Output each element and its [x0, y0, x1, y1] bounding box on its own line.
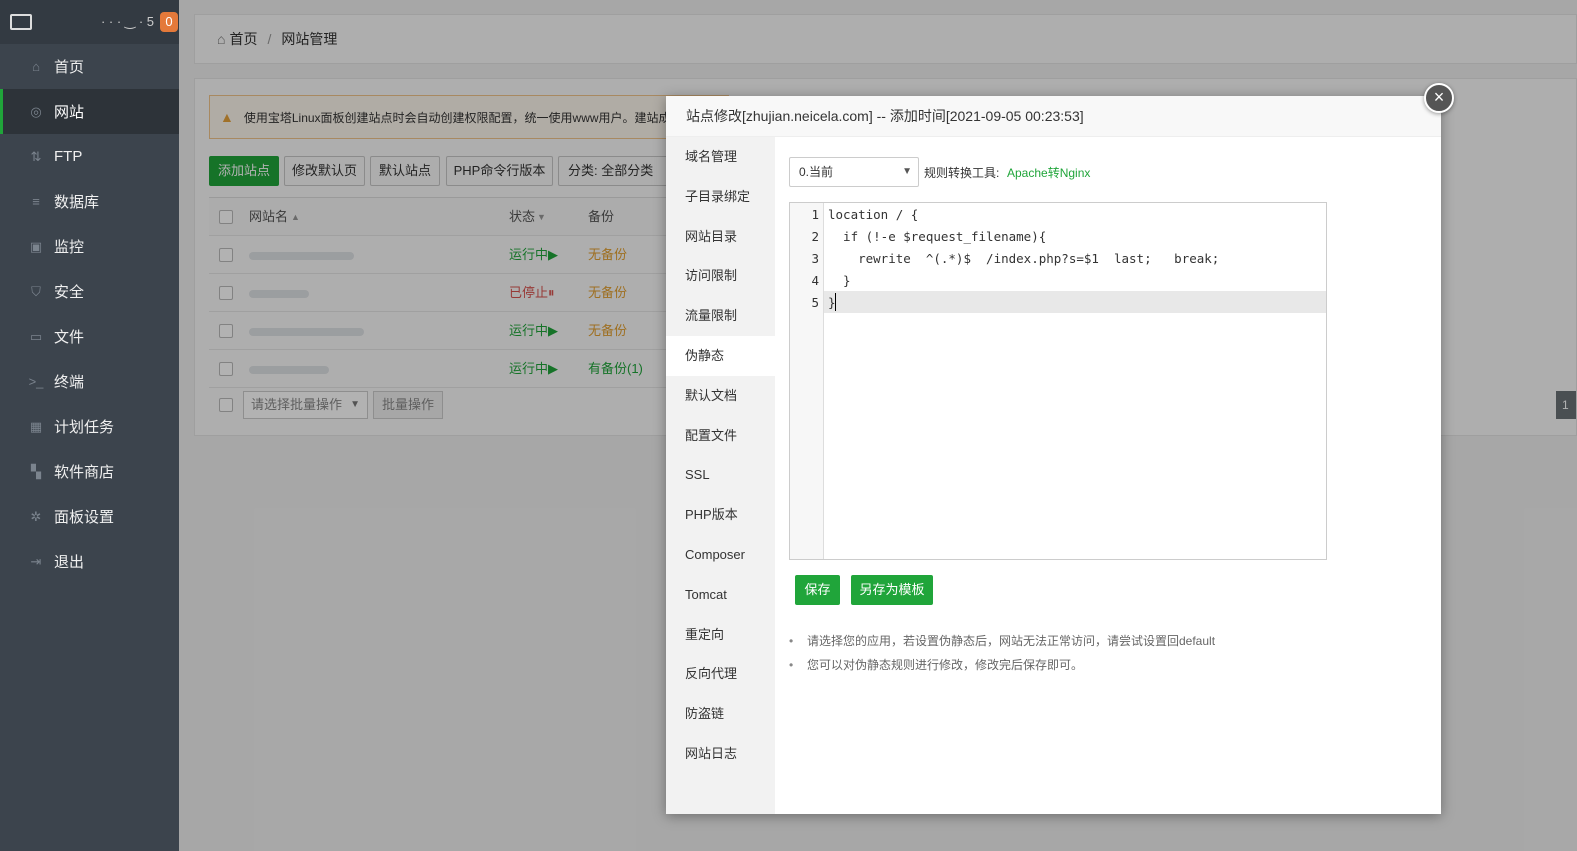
notification-badge[interactable]: 0	[160, 12, 178, 32]
tab-item[interactable]: 访问限制	[666, 256, 775, 296]
sidebar-menu: ⌂ 首页 ◎ 网站 ⇅ FTP ≡ 数据库 ▣ 监控 ⛉ 安全 ▭ 文件 >_ 终端 ▦ 计划任务 ▚ 软件商店 ✲ 面板…	[0, 44, 179, 584]
sidebar-item-label: 首页	[54, 59, 85, 76]
sidebar-item-terminal[interactable]: >_ 终端	[0, 359, 179, 404]
sidebar-item-logout[interactable]: ⇥ 退出	[0, 539, 179, 584]
tab-item[interactable]: 防盗链	[666, 694, 775, 734]
server-name: · · · ‿ · 5	[100, 14, 154, 29]
code-editor[interactable]: 1 2 3 4 5 location / { if (!-e $request_file…	[789, 202, 1327, 560]
tab-item[interactable]: SSL	[666, 455, 775, 495]
sidebar-item-database[interactable]: ≡ 数据库	[0, 179, 179, 224]
sidebar-item-ftp[interactable]: ⇅ FTP	[0, 134, 179, 179]
home-icon: ⌂	[32, 58, 40, 74]
sidebar-item-grid[interactable]: ▚ 软件商店	[0, 449, 179, 494]
globe-icon: ◎	[30, 103, 42, 119]
grid-icon: ▚	[31, 463, 41, 479]
terminal-icon: >_	[28, 373, 44, 389]
tab-item[interactable]: 网站日志	[666, 734, 775, 774]
rewrite-panel: 0.当前 ▼ 规则转换工具: Apache转Nginx 1 2 3 4 5 locati…	[775, 137, 1441, 814]
monitor-icon	[10, 14, 32, 30]
sidebar-item-label: 计划任务	[54, 419, 115, 436]
text-cursor	[835, 293, 836, 311]
sidebar-item-folder[interactable]: ▭ 文件	[0, 314, 179, 359]
code-line[interactable]: }	[828, 292, 1323, 314]
tab-item[interactable]: Tomcat	[666, 575, 775, 615]
sidebar-item-label: 数据库	[54, 194, 100, 211]
sidebar-item-label: 终端	[54, 374, 85, 391]
sidebar-item-label: 安全	[54, 284, 85, 301]
help-tips: 请选择您的应用，若设置伪静态后，网站无法正常访问，请尝试设置回default 您…	[789, 629, 1215, 677]
sidebar-item-shield[interactable]: ⛉ 安全	[0, 269, 179, 314]
code-line[interactable]: }	[828, 270, 1323, 292]
sidebar-item-label: FTP	[54, 148, 83, 165]
sidebar-item-label: 面板设置	[54, 509, 115, 526]
folder-icon: ▭	[29, 328, 43, 344]
modal-tab-list: 域名管理 子目录绑定 网站目录 访问限制 流量限制 伪静态 默认文档 配置文件 SSL PHP版本…	[666, 137, 775, 814]
sidebar-item-label: 软件商店	[54, 464, 115, 481]
save-button[interactable]: 保存	[795, 575, 840, 605]
tab-item[interactable]: 流量限制	[666, 296, 775, 336]
shield-icon: ⛉	[31, 283, 41, 299]
tip-item: 请选择您的应用，若设置伪静态后，网站无法正常访问，请尝试设置回default	[789, 629, 1215, 653]
gear-icon: ✲	[30, 508, 42, 524]
tab-item[interactable]: 子目录绑定	[666, 177, 775, 217]
sidebar-item-label: 监控	[54, 239, 85, 256]
line-number: 3	[811, 251, 819, 266]
tip-item: 您可以对伪静态规则进行修改，修改完后保存即可。	[789, 653, 1215, 677]
save-as-template-button[interactable]: 另存为模板	[851, 575, 933, 605]
tab-item[interactable]: 配置文件	[666, 416, 775, 456]
sidebar: · · · ‿ · 5 0 ⌂ 首页 ◎ 网站 ⇅ FTP ≡ 数据库 ▣ 监控 ⛉ 安全 ▭ 文件 >_ 终…	[0, 0, 179, 851]
tab-item[interactable]: 重定向	[666, 615, 775, 655]
select-value: 0.当前	[799, 165, 834, 179]
line-number: 4	[811, 273, 819, 288]
code-line[interactable]: if (!-e $request_filename){	[828, 226, 1323, 248]
sidebar-item-home[interactable]: ⌂ 首页	[0, 44, 179, 89]
sidebar-item-monitor[interactable]: ▣ 监控	[0, 224, 179, 269]
ftp-icon: ⇅	[30, 148, 42, 164]
apache-to-nginx-link[interactable]: Apache转Nginx	[1007, 164, 1090, 181]
close-icon[interactable]: ×	[1424, 83, 1454, 113]
database-icon: ≡	[32, 193, 40, 209]
sidebar-item-label: 退出	[54, 554, 85, 571]
tab-item[interactable]: 伪静态	[666, 335, 775, 376]
sidebar-item-label: 网站	[54, 104, 85, 121]
monitor-icon: ▣	[29, 238, 43, 254]
rule-tool-label: 规则转换工具:	[924, 166, 1000, 180]
line-number-gutter: 1 2 3 4 5	[790, 203, 824, 559]
sidebar-item-globe[interactable]: ◎ 网站	[0, 89, 179, 134]
logout-icon: ⇥	[30, 553, 42, 569]
tab-item[interactable]: 网站目录	[666, 217, 775, 257]
line-number: 1	[811, 207, 819, 222]
sidebar-item-gear[interactable]: ✲ 面板设置	[0, 494, 179, 539]
tab-item[interactable]: Composer	[666, 535, 775, 575]
rewrite-template-select[interactable]: 0.当前 ▼	[789, 157, 919, 187]
chevron-down-icon: ▼	[902, 166, 912, 177]
tab-item[interactable]: PHP版本	[666, 495, 775, 535]
sidebar-item-calendar[interactable]: ▦ 计划任务	[0, 404, 179, 449]
calendar-icon: ▦	[29, 418, 43, 434]
tab-item[interactable]: 默认文档	[666, 376, 775, 416]
line-number: 5	[811, 295, 819, 310]
line-number: 2	[811, 229, 819, 244]
server-header: · · · ‿ · 5 0	[0, 0, 179, 44]
code-line[interactable]: rewrite ^(.*)$ /index.php?s=$1 last; bre…	[828, 248, 1323, 270]
code-line[interactable]: location / {	[828, 204, 1323, 226]
tab-item[interactable]: 域名管理	[666, 137, 775, 177]
modal-title: 站点修改[zhujian.neicela.com] -- 添加时间[2021-0…	[666, 96, 1441, 137]
site-edit-modal: 站点修改[zhujian.neicela.com] -- 添加时间[2021-0…	[666, 96, 1441, 814]
tab-item[interactable]: 反向代理	[666, 654, 775, 694]
sidebar-item-label: 文件	[54, 329, 85, 346]
